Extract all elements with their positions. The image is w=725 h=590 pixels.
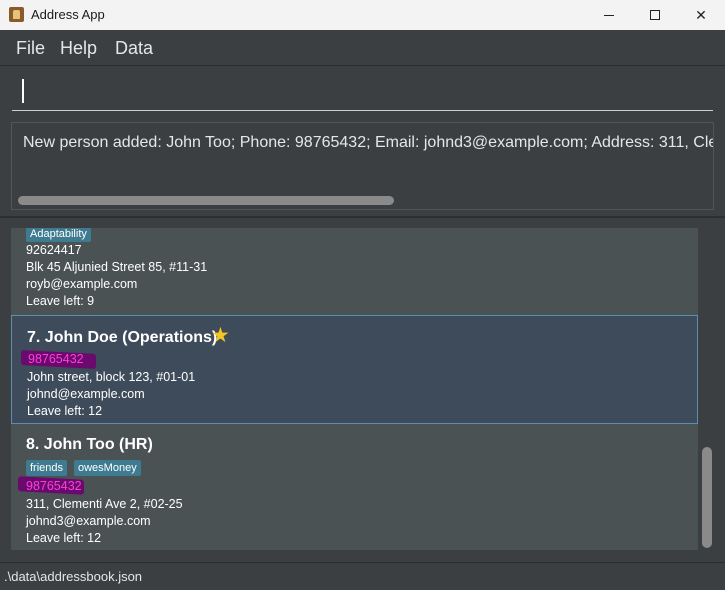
- phone-text: 98765432: [28, 352, 84, 366]
- phone-text: 98765432: [26, 479, 82, 493]
- person-card[interactable]: Adaptability 92624417 Blk 45 Aljunied St…: [11, 228, 698, 316]
- divider: [0, 216, 725, 218]
- maximize-button[interactable]: [632, 0, 678, 30]
- email-text: royb@example.com: [26, 277, 138, 291]
- command-pane: [0, 67, 725, 117]
- menu-data[interactable]: Data: [115, 38, 153, 59]
- command-input[interactable]: [12, 75, 713, 111]
- app-icon: [9, 7, 24, 22]
- title-bar: Address App ✕: [0, 0, 725, 30]
- vertical-scrollbar-thumb[interactable]: [702, 447, 712, 548]
- minimize-button[interactable]: [586, 0, 632, 30]
- close-icon: ✕: [695, 6, 707, 23]
- file-path: .\data\addressbook.json: [4, 569, 143, 584]
- leave-text: Leave left: 9: [26, 294, 95, 308]
- person-card-selected[interactable]: 7. John Doe (Operations) ★ 98765432 John…: [11, 315, 698, 424]
- address-text: 311, Clementi Ave 2, #02-25: [26, 497, 183, 511]
- close-button[interactable]: ✕: [678, 0, 724, 30]
- tag-badge: owesMoney: [74, 460, 141, 476]
- window-title: Address App: [31, 7, 105, 22]
- tag-badge: friends: [26, 460, 68, 476]
- result-display[interactable]: New person added: John Too; Phone: 98765…: [11, 122, 714, 210]
- email-text: johnd3@example.com: [26, 514, 151, 528]
- person-card[interactable]: 8. John Too (HR) friends owesMoney 98765…: [11, 425, 698, 550]
- leave-text: Leave left: 12: [26, 531, 102, 545]
- status-bar: .\data\addressbook.json: [0, 562, 725, 590]
- text-caret: [22, 79, 24, 103]
- minimize-icon: [604, 14, 614, 16]
- leave-text: Leave left: 12: [27, 404, 103, 418]
- email-text: johnd@example.com: [27, 387, 145, 401]
- person-name: 7. John Doe (Operations): [27, 329, 218, 346]
- menu-help[interactable]: Help: [60, 38, 97, 59]
- star-icon: ★: [211, 324, 230, 347]
- menu-bar: File Help Data: [0, 30, 725, 66]
- address-text: John street, block 123, #01-01: [27, 370, 196, 384]
- person-list[interactable]: Adaptability 92624417 Blk 45 Aljunied St…: [11, 228, 698, 550]
- address-text: Blk 45 Aljunied Street 85, #11-31: [26, 260, 208, 274]
- result-message: New person added: John Too; Phone: 98765…: [23, 134, 713, 151]
- horizontal-scrollbar[interactable]: [18, 196, 394, 205]
- phone-text: 92624417: [26, 243, 82, 257]
- maximize-icon: [650, 10, 660, 20]
- person-name: 8. John Too (HR): [26, 436, 153, 453]
- tag-badge: Adaptability: [26, 228, 91, 242]
- menu-file[interactable]: File: [16, 38, 45, 59]
